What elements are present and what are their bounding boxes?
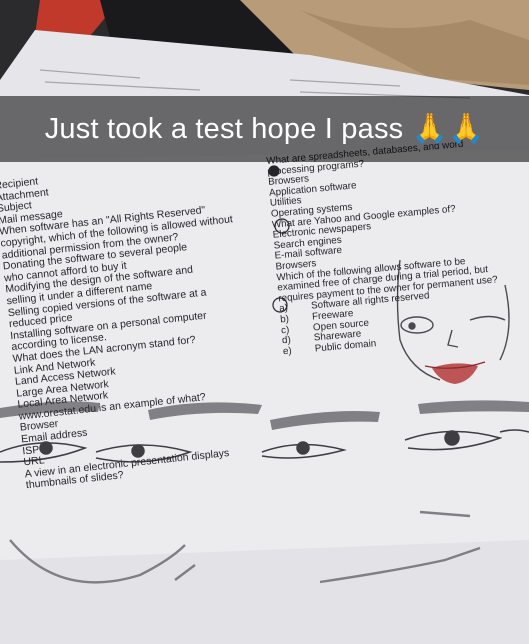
praying-hands-icon: 🙏🙏 [411,113,485,145]
option-letter: e) [282,345,293,357]
right-test-questions: What are spreadsheets, databases, and wo… [266,138,503,358]
caption-text: Just took a test hope I pass 🙏🙏 [44,113,485,145]
caption-bar: Just took a test hope I pass 🙏🙏 [0,96,529,162]
left-test-questions: Recipient Attachment Subject Mail messag… [0,157,259,493]
